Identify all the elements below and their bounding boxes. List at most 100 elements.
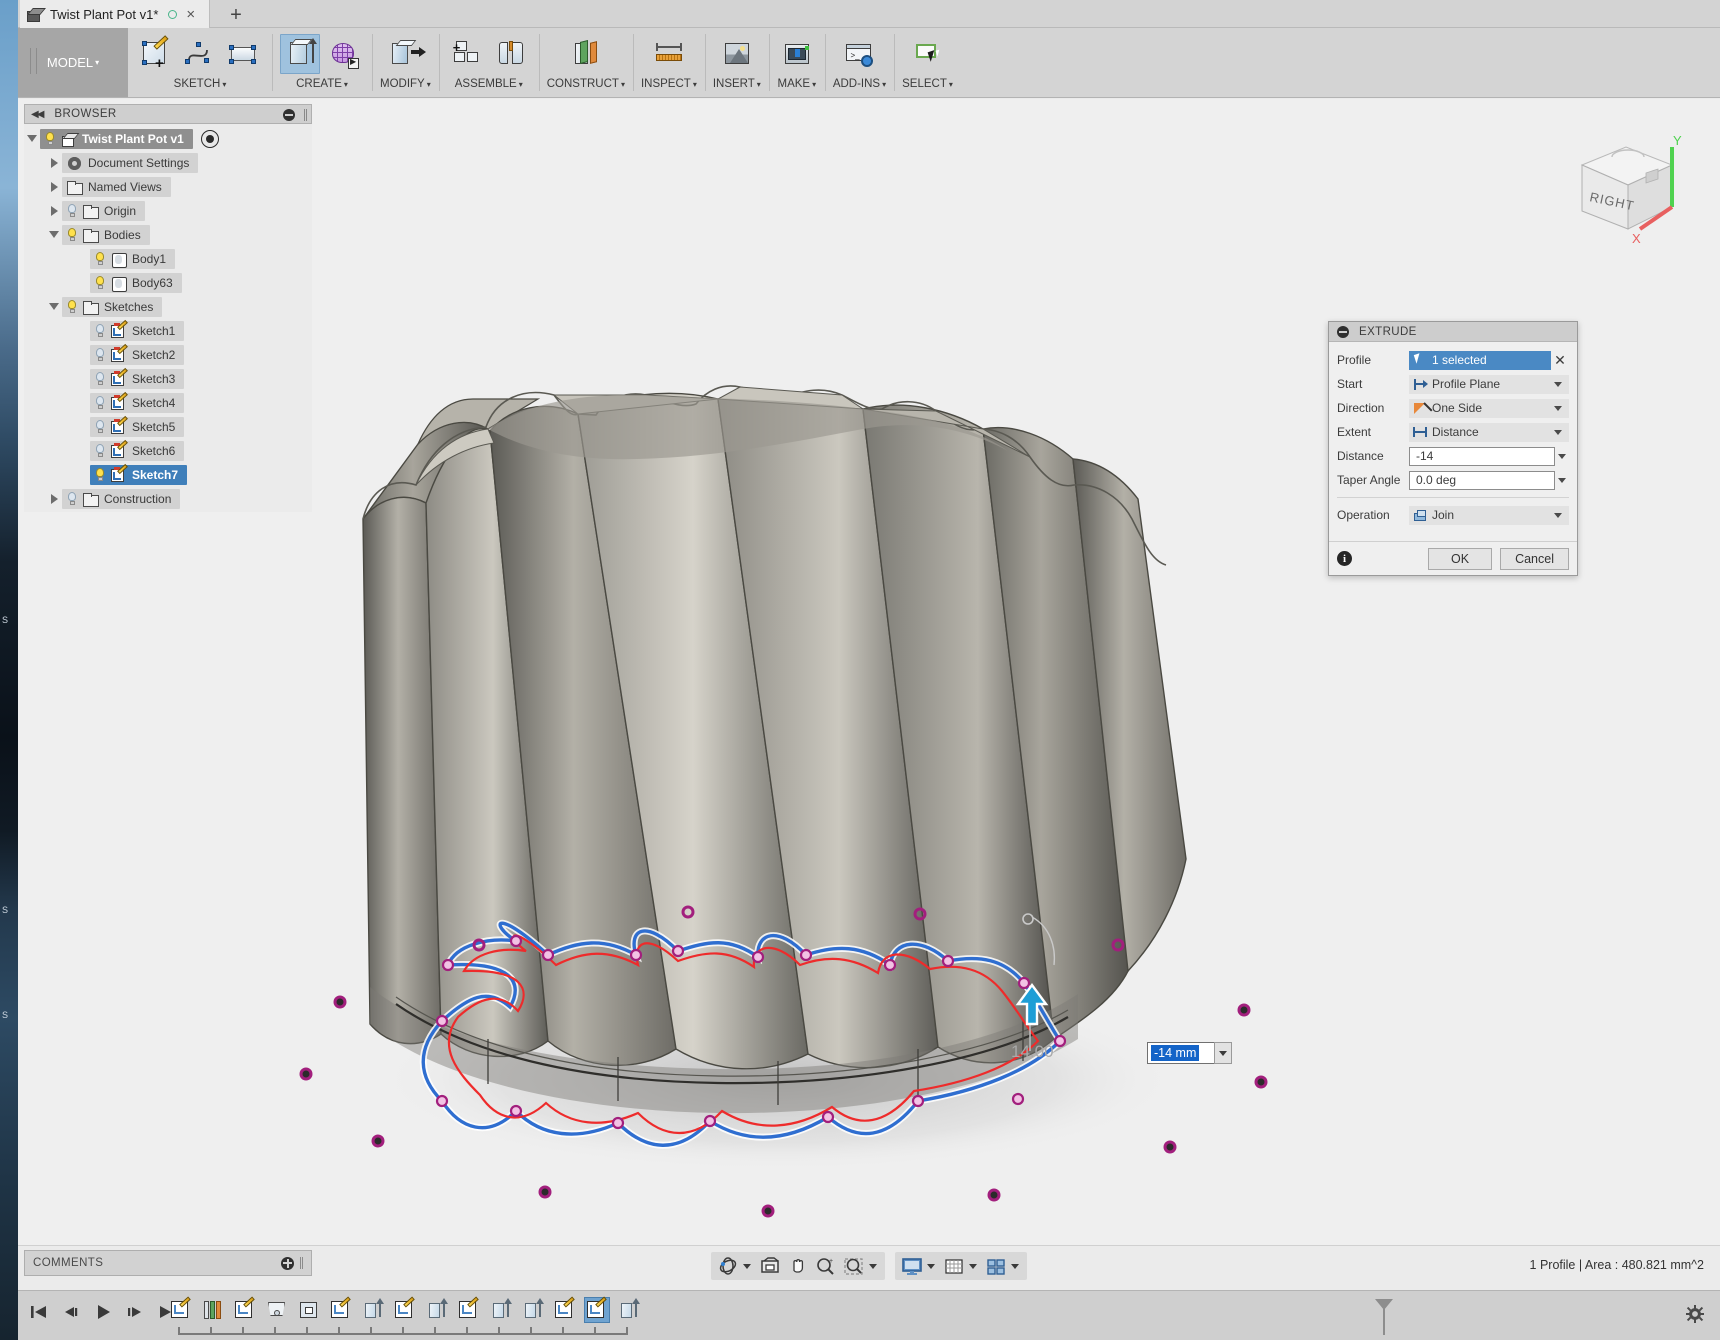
insert-canvas-button[interactable] <box>717 34 757 74</box>
tree-expand-icon[interactable] <box>46 200 62 222</box>
step-back-button[interactable] <box>60 1302 82 1324</box>
tree-item-chip[interactable]: Body63 <box>90 273 182 293</box>
taper-chevron-down-icon[interactable] <box>1555 477 1569 483</box>
timeline-feature-shell[interactable] <box>296 1297 322 1323</box>
taper-input[interactable]: 0.0 deg <box>1409 470 1555 490</box>
tree-row-root[interactable]: Twist Plant Pot v1 <box>24 128 312 150</box>
workspace-switcher[interactable]: MODEL ▾ <box>18 28 128 97</box>
tree-expand-icon[interactable] <box>46 176 62 198</box>
panel-modify-label[interactable]: MODIFY ▾ <box>380 78 431 90</box>
tree-item-chip[interactable]: Sketches <box>62 297 163 317</box>
panel-select-label[interactable]: SELECT ▾ <box>902 78 953 90</box>
panel-addins-label[interactable]: ADD-INS ▾ <box>833 78 886 90</box>
jump-start-button[interactable] <box>28 1302 50 1324</box>
timeline-feature-sketch[interactable] <box>552 1296 578 1323</box>
pan-button[interactable] <box>785 1254 811 1278</box>
tree-expand-icon[interactable] <box>46 488 62 510</box>
panel-construct-label[interactable]: CONSTRUCT ▾ <box>547 78 625 90</box>
distance-input[interactable]: -14 <box>1409 446 1555 466</box>
tree-row-sketch1[interactable]: Sketch1 <box>24 319 312 342</box>
visibility-bulb-icon[interactable] <box>92 371 108 387</box>
create-mesh-button[interactable] <box>324 34 364 74</box>
comments-panel[interactable]: COMMENTS <box>24 1250 312 1276</box>
tree-row-body63[interactable]: Body63 <box>24 272 312 294</box>
dimension-input-dropdown[interactable] <box>1214 1042 1232 1064</box>
new-tab-button[interactable]: + <box>223 3 249 27</box>
extrude-dialog[interactable]: EXTRUDE Profile 1 selected ✕ Start Profi… <box>1328 321 1578 576</box>
tree-row-sketch3[interactable]: Sketch3 <box>24 367 312 390</box>
tree-row-sketch4[interactable]: Sketch4 <box>24 391 312 414</box>
scripts-addins-button[interactable]: >_ <box>839 34 879 74</box>
tree-collapse-icon[interactable] <box>46 296 62 318</box>
collapse-dialog-icon[interactable] <box>1337 325 1349 338</box>
tree-row-sketch6[interactable]: Sketch6 <box>24 439 312 462</box>
tree-item-chip[interactable]: Sketch6 <box>90 439 185 461</box>
tree-item-chip[interactable]: Origin <box>62 201 146 221</box>
visibility-bulb-icon[interactable] <box>92 467 108 483</box>
tree-item-chip[interactable]: Named Views <box>62 177 171 197</box>
visibility-bulb-icon[interactable] <box>92 419 108 435</box>
tree-collapse-icon[interactable] <box>46 224 62 246</box>
collapse-browser-icon[interactable]: ◀◀ <box>31 109 44 120</box>
timeline-settings-button[interactable] <box>1686 1305 1704 1323</box>
operation-chevron-down-icon[interactable] <box>1551 512 1565 518</box>
step-forward-button[interactable] <box>124 1302 146 1324</box>
panel-inspect-label[interactable]: INSPECT ▾ <box>641 78 697 90</box>
tree-item-chip[interactable]: Sketch4 <box>90 391 185 413</box>
tree-item-chip[interactable]: Sketch3 <box>90 367 185 389</box>
distance-chevron-down-icon[interactable] <box>1555 453 1569 459</box>
tree-row-bodies[interactable]: Bodies <box>24 224 312 246</box>
sketch-spline-button[interactable] <box>180 34 220 74</box>
view-cube-svg[interactable]: Y X RIGHT <box>1560 129 1690 249</box>
timeline-feature-loft[interactable] <box>200 1297 226 1323</box>
select-tool-button[interactable] <box>907 34 947 74</box>
panel-assemble-label[interactable]: ASSEMBLE ▾ <box>455 78 523 90</box>
timeline-feature-sketch[interactable] <box>456 1296 482 1323</box>
tree-item-chip[interactable]: Body1 <box>90 249 176 269</box>
viewports-button[interactable] <box>983 1254 1009 1278</box>
panel-sketch-label[interactable]: SKETCH ▾ <box>174 78 227 90</box>
add-comment-icon[interactable] <box>281 1256 294 1270</box>
tree-item-chip[interactable]: Sketch7 <box>90 463 188 485</box>
create-sketch-button[interactable]: + <box>136 34 176 74</box>
display-settings-button[interactable] <box>899 1254 925 1278</box>
visibility-bulb-icon[interactable] <box>92 395 108 411</box>
timeline-feature-sketch[interactable] <box>232 1296 258 1323</box>
tree-row-construction[interactable]: Construction <box>24 488 312 510</box>
visibility-bulb-icon[interactable] <box>42 131 58 147</box>
visibility-bulb-icon[interactable] <box>64 491 80 507</box>
document-tab[interactable]: Twist Plant Pot v1* × <box>20 0 210 28</box>
tree-row-origin[interactable]: Origin <box>24 200 312 222</box>
root-expand-icon[interactable] <box>24 128 40 150</box>
grid-snap-button[interactable] <box>941 1254 967 1278</box>
visibility-bulb-icon[interactable] <box>64 299 80 315</box>
visibility-bulb-icon[interactable] <box>92 275 108 291</box>
dimension-input[interactable]: -14 mm <box>1147 1042 1222 1064</box>
press-pull-button[interactable] <box>385 34 427 74</box>
sketch-rectangle-button[interactable] <box>224 34 264 74</box>
timeline-feature-extrude[interactable] <box>488 1297 514 1323</box>
zoom-window-caret-icon[interactable] <box>869 1263 877 1269</box>
direction-select[interactable]: One Side <box>1409 398 1569 418</box>
grid-snap-caret-icon[interactable] <box>969 1263 977 1269</box>
plant-pot-body[interactable] <box>362 385 1187 1114</box>
tree-expand-icon[interactable] <box>46 152 62 174</box>
profile-selector[interactable]: 1 selected <box>1409 350 1551 370</box>
tree-row-sketch5[interactable]: Sketch5 <box>24 415 312 438</box>
tree-row-body1[interactable]: Body1 <box>24 248 312 270</box>
display-settings-caret-icon[interactable] <box>927 1263 935 1269</box>
start-chevron-down-icon[interactable] <box>1551 381 1565 387</box>
operation-select[interactable]: Join <box>1409 505 1569 525</box>
visibility-bulb-icon[interactable] <box>64 227 80 243</box>
tree-item-chip[interactable]: Construction <box>62 489 181 509</box>
joint-button[interactable] <box>491 34 531 74</box>
close-tab-icon[interactable]: × <box>186 7 195 22</box>
tree-item-chip[interactable]: Sketch5 <box>90 415 185 437</box>
tree-row-sketch7[interactable]: Sketch7 <box>24 463 312 486</box>
browser-minimize-icon[interactable] <box>283 109 295 121</box>
timeline-feature-sketch[interactable] <box>584 1296 610 1323</box>
direction-chevron-down-icon[interactable] <box>1551 405 1565 411</box>
ok-button[interactable]: OK <box>1428 547 1493 570</box>
clear-profile-icon[interactable]: ✕ <box>1551 352 1569 369</box>
tree-item-chip[interactable]: Document Settings <box>62 153 199 173</box>
